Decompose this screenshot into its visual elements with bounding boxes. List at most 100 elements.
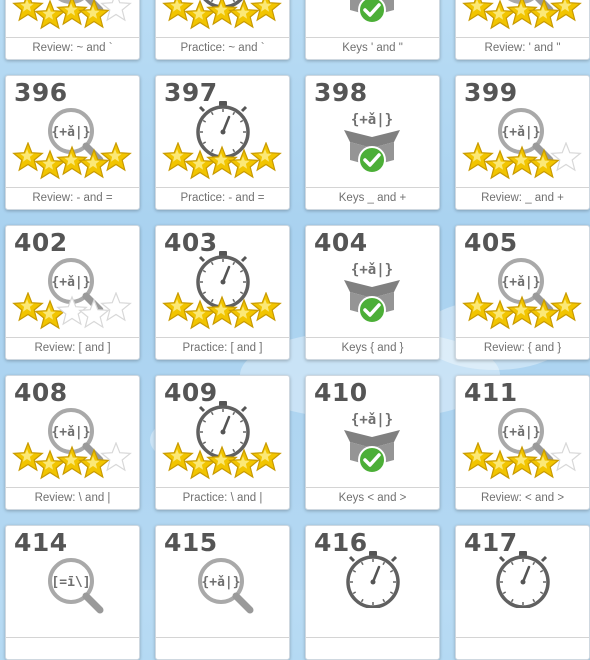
star-empty-icon [100,441,132,472]
lesson-icon: {+ǎ|} [340,100,404,182]
star-rating [462,0,582,30]
lesson-stars [462,291,584,336]
stopwatch-icon [496,551,550,609]
lesson-card[interactable]: {+ǎ|} 410 Keys < and > [305,375,440,510]
lesson-stars [162,291,284,336]
lesson-caption: Keys < and > [306,487,439,509]
lesson-card[interactable]: {+ǎ|} 408 Review: \ and | [5,375,140,510]
lesson-number: 416 [314,528,368,557]
lesson-stars [12,441,134,486]
lesson-number: 398 [314,78,368,107]
lesson-stars [162,441,284,486]
lesson-number: 410 [314,378,368,407]
star-rating [12,441,132,480]
key-symbol-glyph: {+ǎ|} [351,262,393,278]
lesson-caption: Practice: [ and ] [156,337,289,359]
lesson-number: 414 [14,528,68,557]
lesson-caption [6,637,139,659]
lesson-card[interactable]: {+ǎ|} Keys ' and " [305,0,440,60]
lesson-icon [493,548,553,609]
star-rating [162,291,282,330]
lesson-caption: Keys { and } [306,337,439,359]
lesson-caption: Review: _ and + [456,187,589,209]
lesson-stars [162,141,284,186]
star-rating [12,291,132,330]
lesson-stars [12,141,134,186]
lesson-caption: Review: [ and ] [6,337,139,359]
open-box-check-icon: {+ǎ|} [350,0,394,24]
star-empty-icon [550,441,582,472]
lesson-icon: [=ī\] [44,554,104,614]
star-empty-icon [550,141,582,172]
lesson-grid: {+ǎ|}Review: ~ and ` Practice: ~ and ` {… [0,0,590,660]
lesson-card[interactable]: Practice: ~ and ` [155,0,290,60]
lesson-number: 405 [464,228,518,257]
key-symbol-glyph: {+ǎ|} [51,125,90,140]
star-empty-icon [100,291,132,322]
lesson-caption [156,637,289,659]
lesson-caption: Review: ~ and ` [6,37,139,59]
lesson-card[interactable]: {+ǎ|} 411 Review: < and > [455,375,590,510]
lesson-card[interactable]: [=ī\] 414 [5,525,140,660]
lesson-caption: Practice: ~ and ` [156,37,289,59]
lesson-card[interactable]: {+ǎ|} 404 Keys { and } [305,225,440,360]
open-box-check-icon: {+ǎ|} [344,412,400,474]
lesson-card[interactable]: 403 Practice: [ and ] [155,225,290,360]
lesson-caption: Keys _ and + [306,187,439,209]
star-rating [462,141,582,180]
lesson-card[interactable]: {+ǎ|}Review: ' and " [455,0,590,60]
lesson-card[interactable]: 397 Practice: - and = [155,75,290,210]
lesson-number: 408 [14,378,68,407]
key-symbol-glyph: {+ǎ|} [501,275,540,290]
lesson-caption: Review: \ and | [6,487,139,509]
lesson-card[interactable]: {+ǎ|} 415 [155,525,290,660]
lesson-number: 403 [164,228,218,257]
lesson-caption: Keys ' and " [306,37,439,59]
magnifier-icon: {+ǎ|} [198,558,254,614]
lesson-number: 399 [464,78,518,107]
lesson-number: 417 [464,528,518,557]
lesson-number: 404 [314,228,368,257]
lesson-icon: {+ǎ|} [340,250,404,332]
lesson-caption: Review: ' and " [456,37,589,59]
lesson-card[interactable]: {+ǎ|} 402 Review: [ and ] [5,225,140,360]
lesson-number: 402 [14,228,68,257]
lesson-caption: Review: < and > [456,487,589,509]
lesson-stars [12,0,134,36]
open-box-check-icon: {+ǎ|} [344,112,400,174]
lesson-card[interactable]: {+ǎ|} 398 Keys _ and + [305,75,440,210]
key-symbol-glyph: {+ǎ|} [501,425,540,440]
lesson-icon: {+ǎ|} [194,554,254,614]
key-symbol-glyph: {+ǎ|} [51,275,90,290]
key-symbol-glyph: {+ǎ|} [201,575,240,590]
lesson-card[interactable]: {+ǎ|} 399 Review: _ and + [455,75,590,210]
key-symbol-glyph: {+ǎ|} [51,425,90,440]
star-rating [12,141,132,180]
lesson-caption: Review: - and = [6,187,139,209]
lesson-icon: {+ǎ|} [340,400,404,482]
lesson-number: 397 [164,78,218,107]
star-rating [12,0,132,30]
lesson-caption: Review: { and } [456,337,589,359]
lesson-card[interactable]: 416 [305,525,440,660]
star-rating [462,441,582,480]
lesson-stars [462,141,584,186]
lesson-card[interactable]: {+ǎ|} 405 Review: { and } [455,225,590,360]
key-symbol-glyph: [=ī\] [51,575,90,590]
open-box-check-icon: {+ǎ|} [344,262,400,324]
lesson-card[interactable]: {+ǎ|}Review: ~ and ` [5,0,140,60]
star-rating [162,441,282,480]
lesson-card[interactable]: 417 [455,525,590,660]
magnifier-icon: [=ī\] [48,558,104,614]
star-rating [162,0,282,30]
lesson-card[interactable]: {+ǎ|} 396 Review: - and = [5,75,140,210]
lesson-number: 409 [164,378,218,407]
lesson-stars [162,0,284,36]
lesson-number: 411 [464,378,518,407]
lesson-card[interactable]: 409 Practice: \ and | [155,375,290,510]
lesson-number: 396 [14,78,68,107]
lesson-stars [12,291,134,336]
lesson-icon: {+ǎ|} [340,0,404,32]
lesson-caption: Practice: \ and | [156,487,289,509]
lesson-caption [456,637,589,659]
